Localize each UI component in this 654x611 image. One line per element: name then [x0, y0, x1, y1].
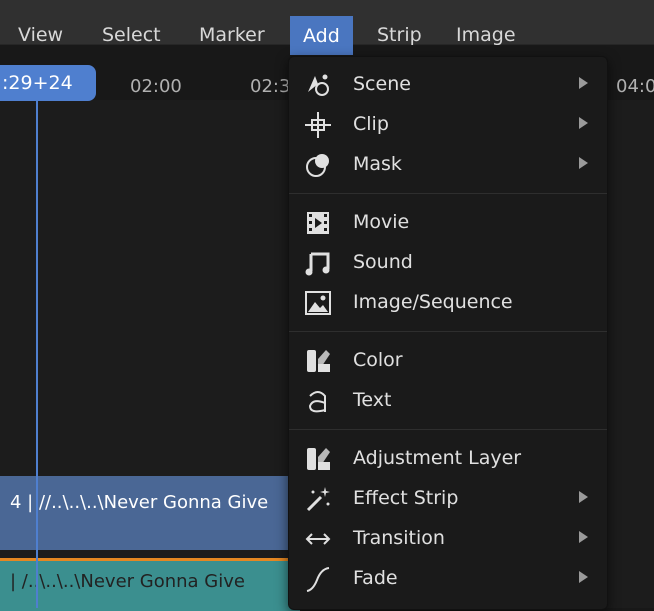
menu-item-label: Sound — [353, 251, 413, 273]
ruler-tick: 02:3 — [250, 76, 291, 97]
transition-icon — [305, 533, 331, 545]
menu-item-clip[interactable]: Clip — [289, 105, 607, 145]
menu-item-label: Color — [353, 349, 403, 371]
menu-add[interactable]: Add — [290, 16, 353, 55]
menu-item-adjustment-layer[interactable]: Adjustment Layer — [289, 439, 607, 479]
sound-strip[interactable]: | /..\..\..\Never Gonna Give — [0, 558, 300, 611]
menu-item-label: Adjustment Layer — [353, 447, 522, 469]
menu-item-label: Effect Strip — [353, 487, 459, 509]
image-icon — [305, 291, 331, 315]
menu-item-mask[interactable]: Mask — [289, 145, 607, 185]
menu-item-text[interactable]: Text — [289, 381, 607, 421]
menu-item-label: Movie — [353, 211, 410, 233]
scene-icon — [308, 74, 329, 96]
menu-strip[interactable]: Strip — [377, 24, 422, 58]
clip-icon — [305, 112, 331, 138]
movie-icon — [307, 212, 329, 234]
menu-image[interactable]: Image — [456, 24, 516, 58]
sound-icon — [305, 252, 330, 276]
menu-item-label: Mask — [353, 153, 402, 175]
menu-item-movie[interactable]: Movie — [289, 203, 607, 243]
menu-item-label: Clip — [353, 113, 389, 135]
submenu-arrow-icon — [579, 571, 588, 583]
menu-item-label: Scene — [353, 73, 411, 95]
mask-icon — [306, 154, 329, 177]
menu-view[interactable]: View — [18, 24, 63, 58]
menu-item-sound[interactable]: Sound — [289, 243, 607, 283]
menu-separator — [289, 331, 607, 332]
add-menu-dropdown: Scene Clip Mask Movie Sound Image/Sequen… — [288, 56, 608, 610]
menu-item-scene[interactable]: Scene — [289, 65, 607, 105]
submenu-arrow-icon — [579, 157, 588, 169]
menu-separator — [289, 429, 607, 430]
adjustment-layer-icon — [307, 448, 330, 470]
menu-item-label: Transition — [353, 527, 445, 549]
menu-item-label: Text — [353, 389, 392, 411]
menu-marker[interactable]: Marker — [199, 24, 265, 58]
header-menubar: View Select Marker Add Strip Image — [0, 0, 654, 55]
playhead-line[interactable] — [36, 95, 38, 608]
ruler-tick: 02:00 — [130, 76, 182, 97]
effect-strip-icon — [306, 487, 330, 512]
menu-item-transition[interactable]: Transition — [289, 519, 607, 559]
menu-item-label: Fade — [353, 567, 398, 589]
text-icon — [308, 391, 326, 413]
menu-item-fade[interactable]: Fade — [289, 559, 607, 599]
submenu-arrow-icon — [579, 77, 588, 89]
color-icon — [307, 350, 330, 372]
menu-item-effect-strip[interactable]: Effect Strip — [289, 479, 607, 519]
fade-icon — [306, 567, 330, 592]
menu-item-image-sequence[interactable]: Image/Sequence — [289, 283, 607, 323]
menu-item-color[interactable]: Color — [289, 341, 607, 381]
playhead-time-badge[interactable]: :29+24 — [0, 65, 96, 101]
menu-separator — [289, 193, 607, 194]
menu-item-label: Image/Sequence — [353, 291, 513, 313]
movie-strip-label: 4 | //..\..\..\Never Gonna Give — [10, 492, 269, 513]
submenu-arrow-icon — [579, 491, 588, 503]
ruler-tick: 04:0 — [616, 76, 654, 97]
submenu-arrow-icon — [579, 117, 588, 129]
submenu-arrow-icon — [579, 531, 588, 543]
movie-strip[interactable]: 4 | //..\..\..\Never Gonna Give — [0, 476, 300, 550]
menu-select[interactable]: Select — [102, 24, 161, 58]
sound-strip-label: | /..\..\..\Never Gonna Give — [10, 571, 245, 592]
